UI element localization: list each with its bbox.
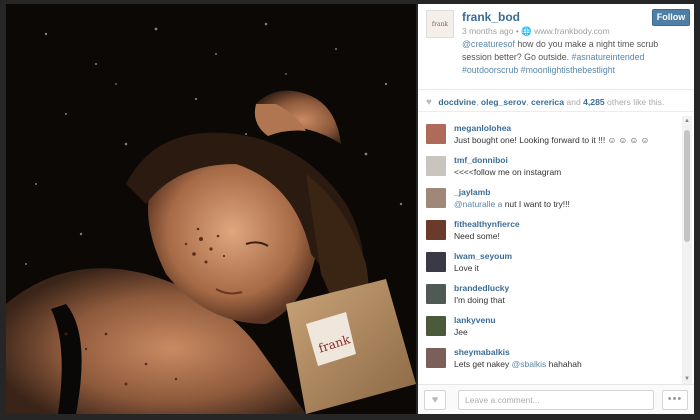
comment-avatar[interactable]: [426, 316, 446, 336]
comment-avatar[interactable]: [426, 348, 446, 368]
website-link[interactable]: www.frankbody.com: [534, 26, 609, 36]
list-item: brandedlucky I'm doing that: [418, 276, 682, 308]
instagram-embed-window: frank frank frank_bod 3 months ago • 🌐 w…: [0, 0, 700, 420]
comment-text: Love it: [454, 263, 480, 273]
scrollbar-thumb[interactable]: [684, 130, 690, 242]
more-options-button[interactable]: •••: [662, 390, 688, 410]
comment-username[interactable]: lwam_seyoum: [454, 251, 512, 261]
comment-avatar[interactable]: [426, 220, 446, 240]
liker-1[interactable]: docdvine: [438, 97, 476, 107]
photo-illustration: frank: [6, 4, 416, 414]
post-meta: 3 months ago • 🌐 www.frankbody.com: [462, 26, 610, 37]
caption-mention[interactable]: @creaturesof: [462, 39, 515, 49]
comment-text: Lets get nakey @sbalkis hahahah: [454, 359, 582, 369]
comment-username[interactable]: brandedlucky: [454, 283, 509, 293]
comment-username[interactable]: tmf_donniboi: [454, 155, 508, 165]
like-button[interactable]: ♥: [424, 390, 446, 410]
comment-body: hahahah: [546, 359, 582, 369]
list-item: fithealthynfierce Need some!: [418, 212, 682, 244]
comment-avatar[interactable]: [426, 124, 446, 144]
list-item: lankyvenu Jee: [418, 308, 682, 340]
comment-username[interactable]: meganlolohea: [454, 123, 511, 133]
comment-username[interactable]: sheymabalkis: [454, 347, 510, 357]
meta-separator: •: [515, 26, 519, 36]
comments-list: meganlolohea Just bought one! Looking fo…: [418, 116, 682, 384]
heart-icon: ♥: [426, 97, 432, 108]
comment-avatar[interactable]: [426, 252, 446, 272]
comment-mention[interactable]: @sbalkis: [512, 359, 547, 369]
likes-count[interactable]: 4,285: [583, 97, 605, 107]
comment-input[interactable]: [458, 390, 654, 410]
scroll-down-icon[interactable]: ▼: [682, 374, 692, 384]
comment-text: I'm doing that: [454, 295, 505, 305]
globe-icon: 🌐: [521, 26, 532, 36]
post-time[interactable]: 3 months ago: [462, 26, 514, 36]
post-side-panel: frank frank_bod 3 months ago • 🌐 www.fra…: [418, 4, 694, 414]
post-header: frank frank_bod 3 months ago • 🌐 www.fra…: [418, 4, 694, 90]
list-item: lwam_seyoum Love it: [418, 244, 682, 276]
list-item: tmf_donniboi <<<<follow me on instagram: [418, 148, 682, 180]
user-avatar[interactable]: frank: [426, 10, 454, 38]
comment-username[interactable]: _jaylamb: [454, 187, 490, 197]
liker-3[interactable]: cererica: [531, 97, 564, 107]
comment-username[interactable]: lankyvenu: [454, 315, 496, 325]
comment-body: nut I want to try!!!: [502, 199, 570, 209]
comment-text: @naturalle a nut I want to try!!!: [454, 199, 570, 209]
likes-summary: ♥ docdvine, oleg_serov, cererica and 4,2…: [418, 94, 694, 112]
post-caption: @creaturesof how do you make a night tim…: [462, 38, 688, 77]
comment-text: Just bought one! Looking forward to it !…: [454, 135, 650, 145]
heart-icon: ♥: [431, 394, 439, 406]
post-username[interactable]: frank_bod: [462, 10, 520, 24]
comment-footer: ♥ •••: [418, 384, 694, 414]
comment-avatar[interactable]: [426, 156, 446, 176]
avatar-text: frank: [431, 20, 449, 28]
list-item: _jaylamb @naturalle a nut I want to try!…: [418, 180, 682, 212]
follow-button[interactable]: Follow: [652, 9, 690, 26]
post-photo[interactable]: frank: [6, 4, 416, 414]
comment-username[interactable]: fithealthynfierce: [454, 219, 520, 229]
comment-mention[interactable]: @naturalle a: [454, 199, 502, 209]
liker-2[interactable]: oleg_serov: [481, 97, 526, 107]
list-item: sheymabalkis Lets get nakey @sbalkis hah…: [418, 340, 682, 372]
comment-text: Jee: [454, 327, 468, 337]
comment-avatar[interactable]: [426, 188, 446, 208]
likes-and: and: [564, 97, 584, 107]
list-item: meganlolohea Just bought one! Looking fo…: [418, 116, 682, 148]
scroll-up-icon[interactable]: ▲: [682, 116, 692, 126]
comments-scrollbar[interactable]: ▲ ▼: [682, 116, 692, 384]
comment-text: <<<<follow me on instagram: [454, 167, 562, 177]
comment-prefix: Lets get nakey: [454, 359, 512, 369]
comment-avatar[interactable]: [426, 284, 446, 304]
likes-suffix: others like this.: [604, 97, 665, 107]
more-icon: •••: [667, 393, 683, 405]
comment-text: Need some!: [454, 231, 500, 241]
